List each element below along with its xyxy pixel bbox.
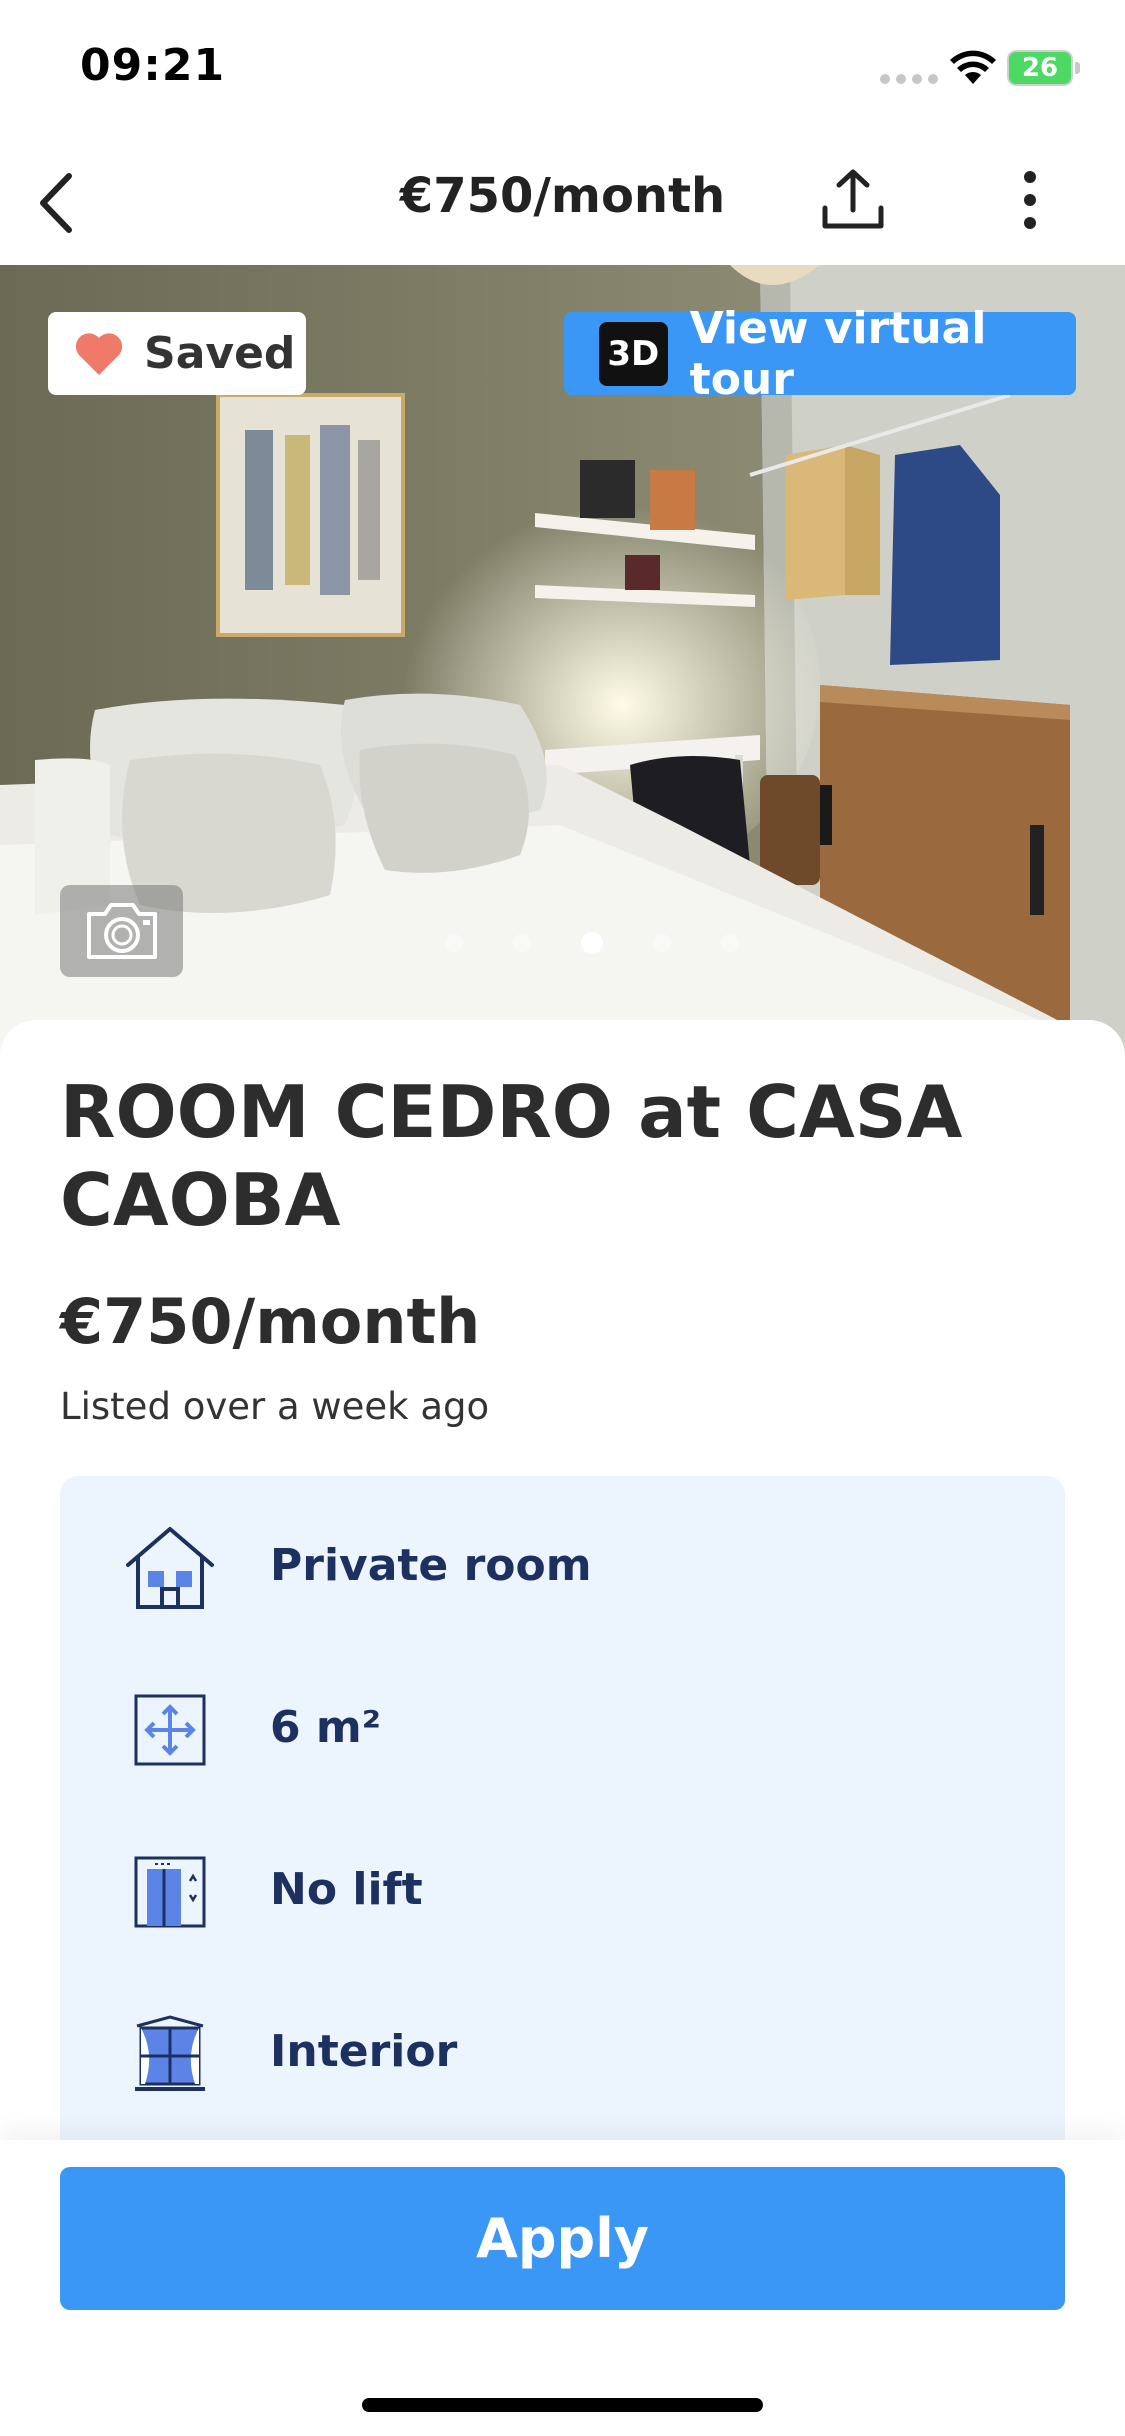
feature-orientation: Interior [60, 1984, 1065, 2114]
share-button[interactable] [815, 162, 890, 237]
window-icon [122, 2006, 218, 2102]
feature-label: Interior [270, 2026, 458, 2077]
feature-lift: No lift [60, 1822, 1065, 1952]
virtual-tour-label: View virtual tour [689, 302, 987, 405]
more-vertical-icon [1024, 170, 1036, 229]
photo-carousel[interactable]: Saved 3D View virtual tour [0, 265, 1125, 1055]
home-indicator[interactable] [362, 2398, 763, 2412]
carousel-dot[interactable] [445, 934, 463, 952]
3d-badge: 3D [599, 321, 668, 386]
camera-icon [86, 903, 157, 959]
features-card: Private room 6 m² No lift Interior [60, 1476, 1065, 2196]
bottom-action-bar: Apply [0, 2140, 1125, 2436]
gallery-button[interactable] [60, 885, 183, 977]
nav-bar: €750/month [0, 140, 1125, 265]
listed-date: Listed over a week ago [60, 1385, 490, 1428]
carousel-dot[interactable] [721, 934, 739, 952]
area-icon [122, 1682, 218, 1778]
signal-icon [880, 74, 938, 84]
carousel-pagination [445, 932, 739, 954]
feature-room-type: Private room [60, 1498, 1065, 1628]
feature-label: No lift [270, 1864, 423, 1915]
heart-icon [75, 332, 123, 375]
saved-label: Saved [144, 328, 296, 379]
feature-label: 6 m² [270, 1702, 382, 1753]
carousel-dot[interactable] [653, 934, 671, 952]
wifi-icon [950, 50, 996, 84]
listing-price: €750/month [60, 1285, 481, 1358]
lift-icon [122, 1844, 218, 1940]
more-options-button[interactable] [1005, 162, 1055, 237]
carousel-dot[interactable] [513, 934, 531, 952]
virtual-tour-button[interactable]: 3D View virtual tour [564, 303, 1076, 405]
share-icon [822, 169, 883, 228]
saved-button[interactable]: Saved [48, 312, 306, 395]
battery-icon: 26 [1007, 50, 1080, 86]
status-bar: 09:21 26 [0, 0, 1125, 140]
apply-button[interactable]: Apply [60, 2167, 1065, 2310]
house-icon [122, 1520, 218, 1616]
status-time: 09:21 [80, 40, 226, 91]
carousel-dot-active[interactable] [581, 932, 603, 954]
page-title: €750/month [399, 168, 726, 224]
listing-title: ROOM CEDRO at CASA CAOBA [60, 1070, 963, 1242]
feature-area: 6 m² [60, 1660, 1065, 1790]
feature-label: Private room [270, 1540, 592, 1591]
